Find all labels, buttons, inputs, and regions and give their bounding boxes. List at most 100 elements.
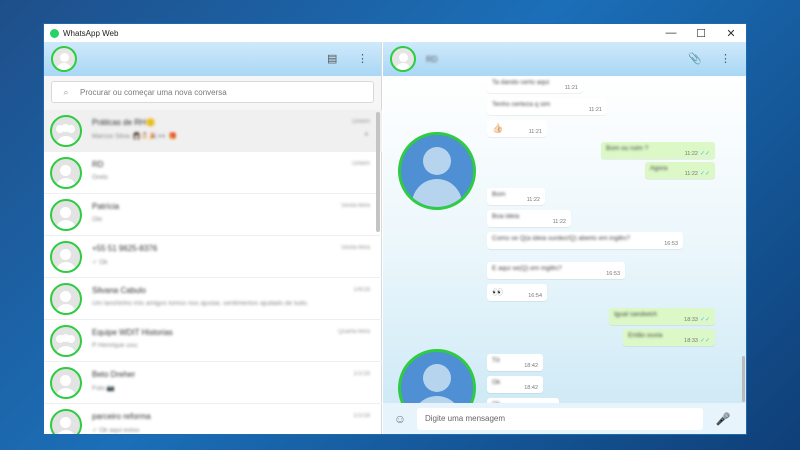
outgoing-message[interactable]: Bom ou ruim ? 11:22 ✓✓ (601, 142, 715, 159)
conversation-menu-icon[interactable]: ⋮ (720, 52, 731, 65)
chat-list-item[interactable]: Equipe WDIT Historias Quarta-feira P Henri… (44, 320, 382, 362)
incoming-message[interactable]: Boa ideia 11:22 (487, 210, 571, 227)
message-time: 18:42 (524, 363, 538, 369)
outgoing-message[interactable]: Então ouvia 18:33 ✓✓ (623, 329, 715, 346)
chat-preview: Marcos Silva: 👩🏻👶🏻🎉 👀 🎁 (92, 133, 177, 140)
message-time: 16:54 (528, 293, 542, 299)
messages-scrollbar[interactable] (742, 356, 745, 402)
chat-list-item[interactable]: RD Ontem Orelo (44, 152, 382, 194)
chat-preview: Orelo (92, 174, 108, 181)
incoming-message[interactable]: Tenho certeza q sim 11:21 (487, 98, 607, 115)
left-header: ▤ ⋮ (44, 42, 381, 76)
chat-list-item[interactable]: Práticas de RH🙂 Ontem Marcos Silva: 👩🏻👶🏻🎉 … (44, 110, 382, 152)
message-input[interactable] (417, 407, 703, 430)
message-time: 16:53 (664, 241, 678, 247)
chat-item-body: Equipe WDIT Historias Quarta-feira P Henri… (92, 326, 370, 356)
message-time: 11:21 (589, 107, 602, 113)
message-composer: ☺ 🎤 (383, 403, 746, 434)
close-button[interactable]: ✕ (716, 24, 746, 42)
incoming-message[interactable]: Como se Q(a ideia surdez/Q) aberto em in… (487, 232, 683, 249)
incoming-message[interactable]: Bom 11:22 (487, 188, 545, 205)
contact-name[interactable]: RD (426, 55, 438, 64)
message-timestamp: 18:33 (684, 317, 698, 323)
title-bar: WhatsApp Web — ☐ ✕ (44, 24, 746, 42)
message-timestamp: 16:54 (528, 293, 542, 299)
message-timestamp: 16:53 (664, 241, 678, 247)
chat-item-body: Patrícia Sexta-feira Oie (92, 200, 370, 230)
chat-item-body: +55 51 9625-8376 Sexta-feira ✓ Ok (92, 242, 370, 272)
chat-name: Silvana Cabulo (92, 286, 146, 295)
chat-list-item[interactable]: Patrícia Sexta-feira Oie (44, 194, 382, 236)
conversation-header: RD 📎 ⋮ (383, 42, 746, 76)
search-icon: ⌕ (63, 86, 69, 97)
chat-item-body: Práticas de RH🙂 Ontem Marcos Silva: 👩🏻👶🏻🎉 … (92, 116, 370, 146)
chat-time: Ontem (351, 119, 370, 125)
message-time: 11:22 (553, 219, 566, 225)
message-text: 👍🏻 (492, 123, 504, 133)
incoming-message[interactable]: 👍🏻 11:21 (487, 120, 547, 137)
outgoing-message[interactable]: Agora 11:22 ✓✓ (645, 162, 715, 179)
contact-avatar[interactable] (390, 46, 416, 72)
message-timestamp: 16:53 (606, 271, 620, 277)
chat-list: Práticas de RH🙂 Ontem Marcos Silva: 👩🏻👶🏻🎉 … (44, 110, 382, 434)
chat-time: Quarta-feira (337, 329, 370, 335)
message-timestamp: 18:42 (524, 363, 538, 369)
chat-item-body: RD Ontem Orelo (92, 158, 370, 188)
message-timestamp: 18:42 (524, 385, 538, 391)
chat-name: parceiro reforma (92, 412, 151, 421)
attach-icon[interactable]: 📎 (688, 52, 702, 65)
message-text: Então ouvia (628, 332, 663, 339)
chat-name: Beto Dreher (92, 370, 136, 379)
chat-list-pane: ▤ ⋮ ⌕ Práticas de RH🙂 Ontem Marcos Silva: … (44, 42, 382, 434)
whatsapp-logo-icon (50, 28, 59, 38)
message-time: 11:21 (565, 85, 578, 91)
minimize-button[interactable]: — (656, 24, 686, 42)
message-time: 11:22 ✓✓ (685, 170, 710, 177)
message-area: Ta dando certo aqui 11:21 Tenho certeza q … (383, 76, 746, 403)
incoming-message[interactable]: Tô 18:42 (487, 354, 543, 371)
message-timestamp: 11:21 (528, 129, 542, 135)
incoming-message[interactable]: E aqui se(Q) em inglês? 16:53 (487, 262, 625, 279)
group-avatar (50, 114, 82, 147)
message-time: 18:33 ✓✓ (684, 337, 710, 344)
microphone-icon[interactable]: 🎤 (703, 412, 743, 426)
chat-list-item[interactable]: +55 51 9625-8376 Sexta-feira ✓ Ok (44, 236, 382, 278)
message-timestamp: 11:22 (684, 151, 698, 157)
outgoing-message[interactable]: Igual sandwich 18:33 ✓✓ (609, 308, 715, 325)
search-input[interactable] (80, 87, 373, 97)
message-text: E aqui se(Q) em inglês? (492, 265, 562, 272)
new-chat-icon[interactable]: ▤ (327, 52, 337, 65)
message-text: Agora (650, 165, 668, 172)
chat-item-body: Beto Dreher 1/1/18 Foto 📷 (92, 368, 370, 398)
incoming-message[interactable]: Ta dando certo aqui 11:21 (487, 76, 583, 93)
chat-name: Patrícia (92, 202, 120, 211)
chat-list-scrollbar[interactable] (376, 112, 380, 232)
chat-name: Práticas de RH🙂 (92, 118, 156, 127)
message-time: 16:53 (606, 271, 620, 277)
message-text: Boa ideia (492, 213, 520, 220)
read-receipt-icon: ✓✓ (699, 151, 710, 157)
emoji-icon[interactable]: ☺ (383, 412, 417, 426)
chat-preview: Um lanchinho mts amigos tomos nos ajusta… (92, 300, 309, 307)
chat-time: 1/1/18 (353, 413, 370, 419)
message-timestamp: 11:21 (588, 107, 602, 113)
message-time: 11:21 (529, 129, 542, 135)
menu-icon[interactable]: ⋮ (357, 52, 368, 65)
message-timestamp: 11:21 (564, 85, 578, 91)
chat-badge: 4 (364, 132, 368, 138)
message-text: Ok (492, 379, 501, 386)
read-receipt-icon: ✓✓ (699, 338, 710, 344)
chat-list-item[interactable]: Silvana Cabulo 1/6/18 Um lanchinho mts ami… (44, 278, 382, 320)
message-time: 18:33 ✓✓ (684, 316, 710, 323)
incoming-message[interactable]: Ok 18:42 (487, 376, 543, 393)
chat-preview: ✓ Ok aqui estou (92, 427, 140, 434)
message-timestamp: 11:22 (684, 171, 698, 177)
chat-list-item[interactable]: Beto Dreher 1/1/18 Foto 📷 (44, 362, 382, 404)
maximize-button[interactable]: ☐ (686, 24, 716, 42)
search-box: ⌕ (51, 81, 374, 103)
incoming-message[interactable]: 👀 16:54 (487, 284, 547, 301)
my-profile-avatar[interactable] (51, 46, 77, 72)
message-text: Tô (492, 357, 500, 364)
chat-list-item[interactable]: parceiro reforma 1/1/18 ✓ Ok aqui estou (44, 404, 382, 434)
contact-avatar (50, 198, 82, 231)
